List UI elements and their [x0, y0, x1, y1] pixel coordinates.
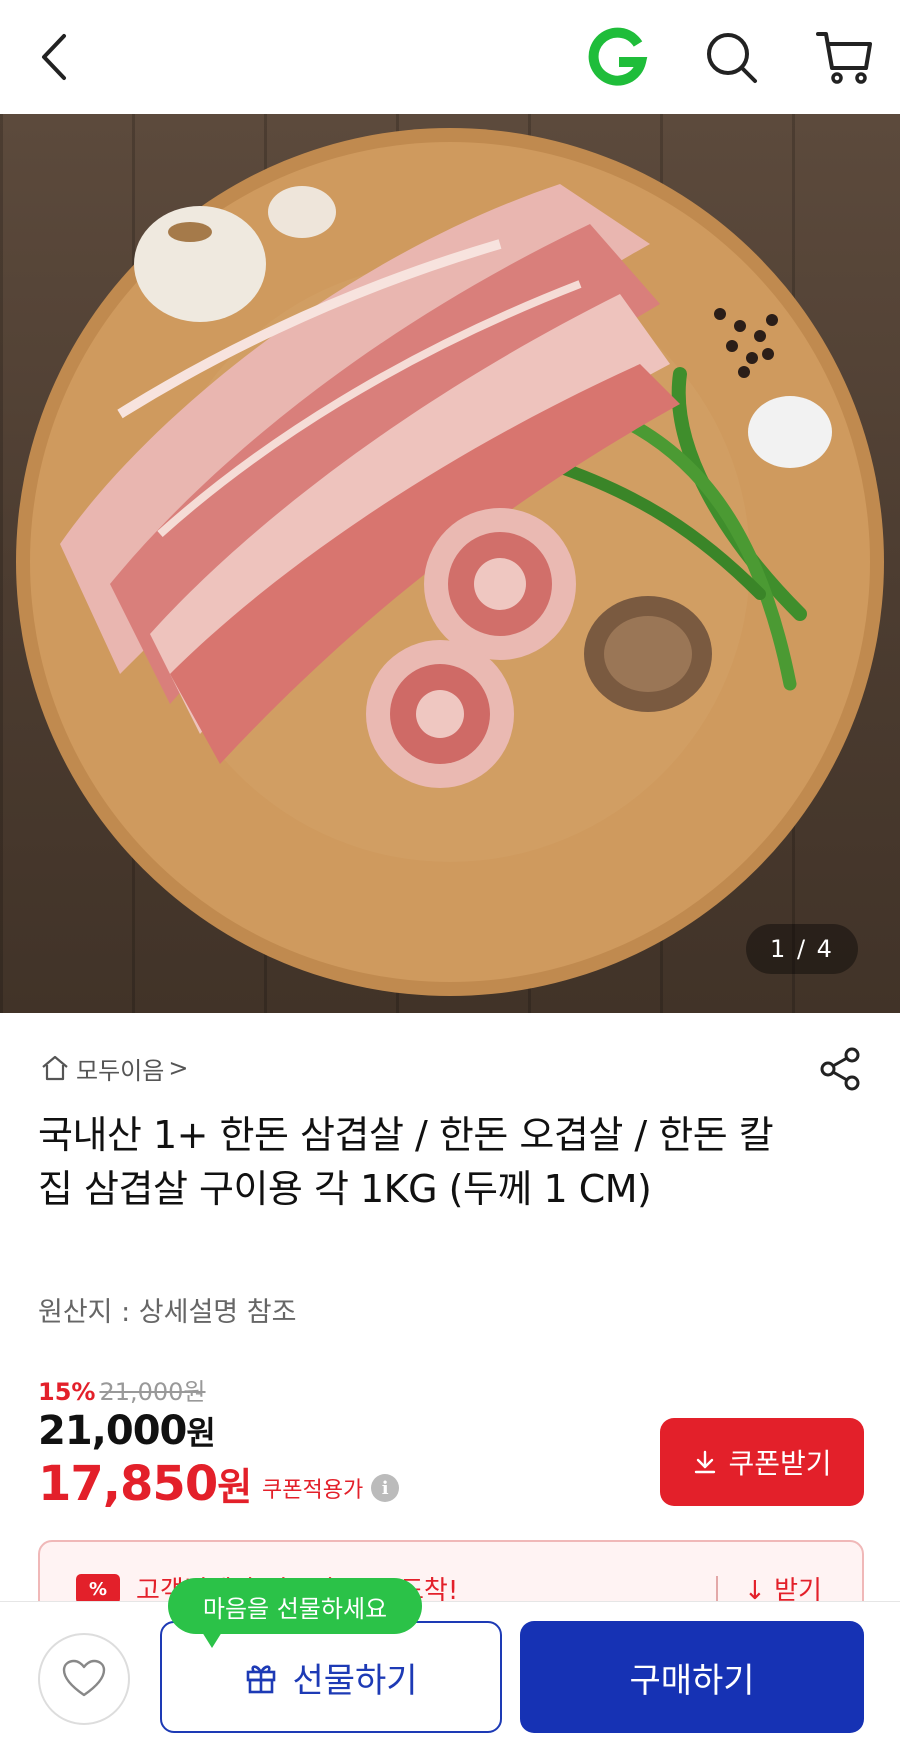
- coupon-price-label-row: 쿠폰적용가 i: [262, 1472, 400, 1504]
- sale-price: 21,000원: [38, 1408, 216, 1454]
- buy-button[interactable]: 구매하기: [520, 1621, 864, 1733]
- heart-icon: [62, 1659, 106, 1697]
- discount-rate: 15%: [38, 1378, 96, 1406]
- search-icon: [707, 33, 757, 83]
- sale-price-amount: 21,000: [38, 1408, 187, 1454]
- coupon-price-label: 쿠폰적용가: [262, 1478, 364, 1503]
- top-bar: [0, 0, 900, 114]
- back-button[interactable]: [30, 22, 80, 92]
- wishlist-button[interactable]: [38, 1633, 130, 1725]
- discount-row: 15% 21,000원: [38, 1372, 206, 1407]
- coupon-price-amount: 17,850: [38, 1456, 218, 1512]
- cart-button[interactable]: [812, 24, 878, 90]
- share-icon: [820, 1047, 860, 1091]
- share-button[interactable]: [818, 1046, 864, 1092]
- gift-label: 선물하기: [292, 1660, 418, 1701]
- search-button[interactable]: [700, 26, 762, 88]
- coupon-price-unit: 원: [217, 1465, 252, 1509]
- chevron-left-icon: [42, 34, 66, 80]
- gift-icon: [247, 1665, 276, 1694]
- download-icon: [695, 1450, 716, 1474]
- get-coupon-button[interactable]: 쿠폰받기: [660, 1418, 864, 1506]
- original-price: 21,000원: [99, 1378, 206, 1406]
- sale-price-unit: 원: [186, 1414, 215, 1452]
- cart-icon: [816, 32, 872, 84]
- g-logo-icon[interactable]: [586, 26, 648, 88]
- product-image-gallery[interactable]: 1 / 4: [0, 114, 900, 1013]
- product-origin: 원산지 : 상세설명 참조: [38, 1297, 297, 1328]
- bottom-action-bar: 선물하기 구매하기: [0, 1601, 900, 1751]
- get-coupon-label: 쿠폰받기: [728, 1447, 832, 1480]
- info-icon[interactable]: i: [371, 1474, 400, 1502]
- store-link[interactable]: 모두이음 >: [40, 1048, 188, 1088]
- store-name: 모두이음: [76, 1056, 165, 1085]
- product-photo: [16, 128, 884, 996]
- percent-badge: %: [76, 1574, 120, 1604]
- home-icon: [42, 1055, 68, 1081]
- chevron-right-icon: >: [168, 1054, 189, 1082]
- image-counter: 1 / 4: [746, 924, 858, 974]
- gift-tooltip: 마음을 선물하세요: [168, 1578, 422, 1648]
- buy-label: 구매하기: [629, 1660, 755, 1701]
- product-title: 국내산 1+ 한돈 삼겹살 / 한돈 오겹살 / 한돈 칼집 삼겹살 구이용 각…: [38, 1113, 774, 1211]
- coupon-price: 17,850원: [38, 1456, 252, 1512]
- divider: [716, 1576, 718, 1604]
